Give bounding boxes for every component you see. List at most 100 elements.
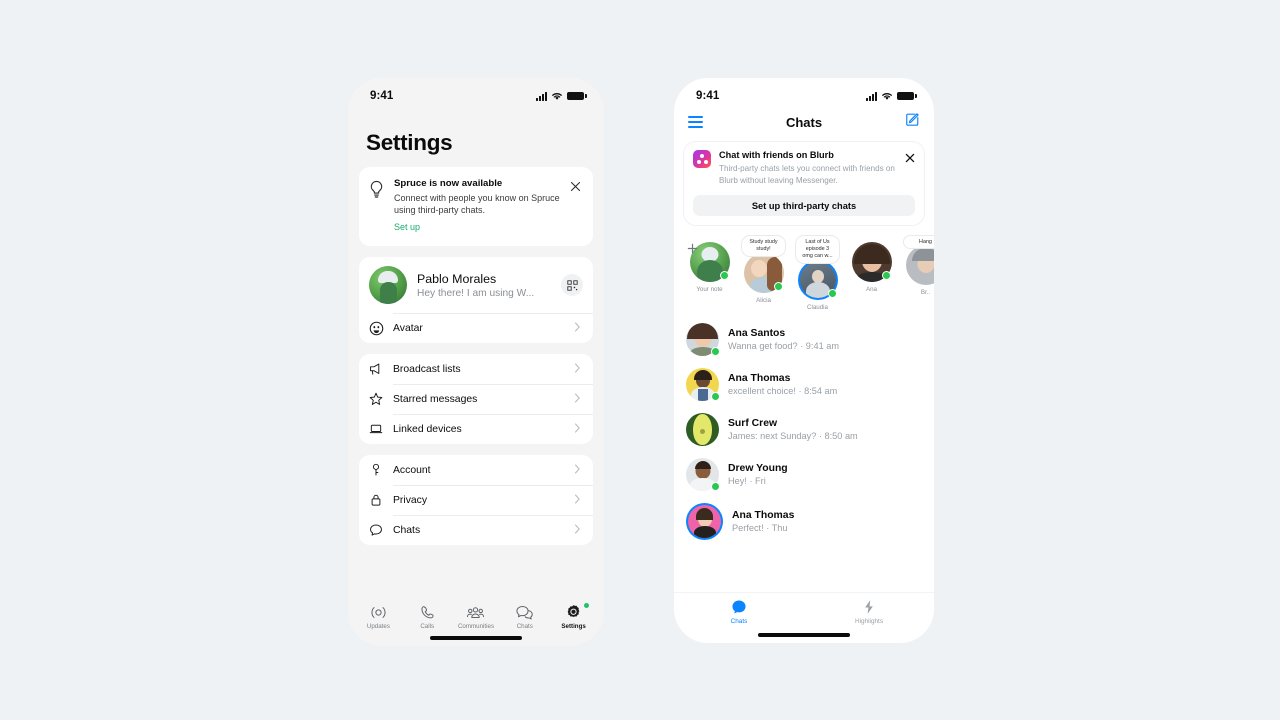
tab-calls[interactable]: Calls [403, 604, 452, 630]
tab-settings[interactable]: Settings [549, 603, 598, 630]
chat-bubble-icon [369, 523, 387, 537]
tab-updates[interactable]: Updates [354, 604, 403, 630]
tab-chats[interactable]: Chats [674, 599, 804, 625]
tab-label: Settings [561, 623, 586, 630]
online-badge [773, 281, 783, 291]
chat-name: Ana Thomas [728, 372, 791, 384]
blurb-title: Chat with friends on Blurb [719, 150, 834, 160]
profile-row[interactable]: Pablo Morales Hey there! I am using W... [359, 257, 593, 313]
sidebar-item-privacy[interactable]: Privacy [359, 485, 593, 515]
home-indicator-right [674, 627, 934, 643]
tab-chats[interactable]: Chats [500, 604, 549, 630]
sidebar-item-starred-messages[interactable]: Starred messages [359, 384, 593, 414]
note-name: Ana [865, 286, 877, 294]
cellular-signal-icon [866, 91, 877, 101]
status-badge [583, 603, 589, 608]
sidebar-item-label: Privacy [393, 494, 428, 506]
tab-label: Chats [730, 618, 748, 625]
phone-left-settings: 9:41 Settings Spruce is now available Co… [348, 78, 604, 646]
online-badge [881, 271, 891, 281]
promo-description: Connect with people you know on Spruce u… [394, 192, 560, 216]
lock-icon [369, 493, 387, 507]
bottom-tab-bar-right: Chats Highlights [674, 592, 934, 627]
key-icon [369, 463, 387, 477]
sidebar-item-account[interactable]: Account [359, 455, 593, 485]
compose-icon[interactable] [905, 112, 920, 132]
battery-icon [897, 91, 917, 101]
sidebar-item-label: Avatar [393, 322, 423, 334]
list-item[interactable]: Drew Young Hey! · Fri [674, 452, 934, 497]
note-name: Br.. [920, 289, 931, 297]
phone-right-messenger: 9:41 Chats Chat with friends on Blurb Th… [674, 78, 934, 643]
messenger-body: Chats Chat with friends on Blurb Third-p… [674, 108, 934, 627]
tab-label: Updates [366, 623, 390, 630]
status-icons [536, 91, 587, 101]
chevron-right-icon [574, 360, 583, 378]
battery-icon [567, 91, 587, 101]
hamburger-menu-icon[interactable] [688, 116, 703, 128]
tab-label: Chats [516, 623, 533, 630]
sidebar-item-chats[interactable]: Chats [359, 515, 593, 545]
note-item[interactable]: Last of Us episode 3 omg can w... Claudi… [794, 235, 841, 311]
wifi-icon [882, 92, 892, 100]
sidebar-item-broadcast-lists[interactable]: Broadcast lists [359, 354, 593, 384]
list-item[interactable]: Ana Thomas Perfect! · Thu [674, 497, 934, 546]
chevron-right-icon [574, 420, 583, 438]
profile-name: Pablo Morales [417, 271, 497, 286]
cellular-signal-icon [536, 91, 547, 101]
blurb-description: Third-party chats lets you connect with … [719, 164, 895, 186]
notes-row[interactable]: Your note Study study study! Alicia Last… [674, 225, 934, 314]
list-item[interactable]: Surf Crew James: next Sunday? · 8:50 am [674, 407, 934, 452]
laptop-icon [369, 422, 387, 436]
online-badge [827, 288, 837, 298]
chevron-right-icon [574, 521, 583, 539]
note-name: Your note [696, 286, 723, 294]
chat-preview: Perfect! · Thu [732, 522, 788, 533]
setup-third-party-chats-button[interactable]: Set up third-party chats [693, 195, 915, 217]
status-time: 9:41 [370, 90, 394, 102]
avatar [686, 412, 719, 446]
profile-status: Hey there! I am using W... [417, 287, 535, 299]
note-bubble: Study study study! [741, 235, 786, 257]
chat-name: Surf Crew [728, 417, 778, 429]
add-note-icon[interactable] [687, 241, 698, 254]
promo-setup-link[interactable]: Set up [394, 222, 420, 232]
status-time: 9:41 [696, 90, 720, 102]
note-item[interactable]: Study study study! Alicia [740, 235, 787, 310]
note-name: Claudia [807, 303, 828, 311]
status-bar-right: 9:41 [674, 78, 934, 108]
settings-group-broadcast: Broadcast lists Starred messages Linked … [359, 354, 593, 445]
list-item[interactable]: Ana Santos Wanna get food? · 9:41 am [674, 317, 934, 362]
chevron-right-icon [574, 461, 583, 479]
status-icons [866, 91, 917, 101]
sidebar-item-avatar[interactable]: Avatar [359, 313, 593, 343]
list-item[interactable]: Ana Thomas excellent choice! · 8:54 am [674, 362, 934, 407]
chat-preview: Hey! · Fri [728, 475, 766, 486]
sidebar-item-linked-devices[interactable]: Linked devices [359, 414, 593, 444]
tab-communities[interactable]: Communities [452, 604, 501, 630]
chat-name: Ana Santos [728, 327, 786, 339]
qr-code-icon[interactable] [561, 274, 583, 297]
note-item[interactable]: Hang Br.. [902, 235, 934, 310]
sidebar-item-label: Linked devices [393, 423, 462, 435]
chat-preview: Wanna get food? · 9:41 am [728, 340, 839, 351]
tab-label: Calls [420, 623, 435, 630]
chat-name: Ana Thomas [732, 509, 795, 521]
close-icon[interactable] [903, 150, 915, 187]
tab-highlights[interactable]: Highlights [804, 599, 934, 625]
status-bar-left: 9:41 [348, 78, 604, 108]
phone-icon [421, 606, 434, 619]
note-item[interactable]: Ana [848, 235, 895, 310]
settings-group-account: Account Privacy Chats [359, 455, 593, 546]
bottom-tab-bar-left: Updates Calls Communities Chats Settings [348, 598, 604, 630]
tab-label: Highlights [854, 618, 884, 625]
chat-list: Ana Santos Wanna get food? · 9:41 am Ana… [674, 315, 934, 592]
megaphone-icon [369, 362, 387, 376]
screenshot-stage: 9:41 Settings Spruce is now available Co… [0, 0, 1280, 720]
online-badge [719, 271, 729, 281]
close-icon[interactable] [570, 178, 583, 235]
chevron-right-icon [574, 390, 583, 408]
chevron-right-icon [574, 491, 583, 509]
blurb-banner: Chat with friends on Blurb Third-party c… [684, 142, 924, 226]
note-item[interactable]: Your note [686, 235, 733, 310]
